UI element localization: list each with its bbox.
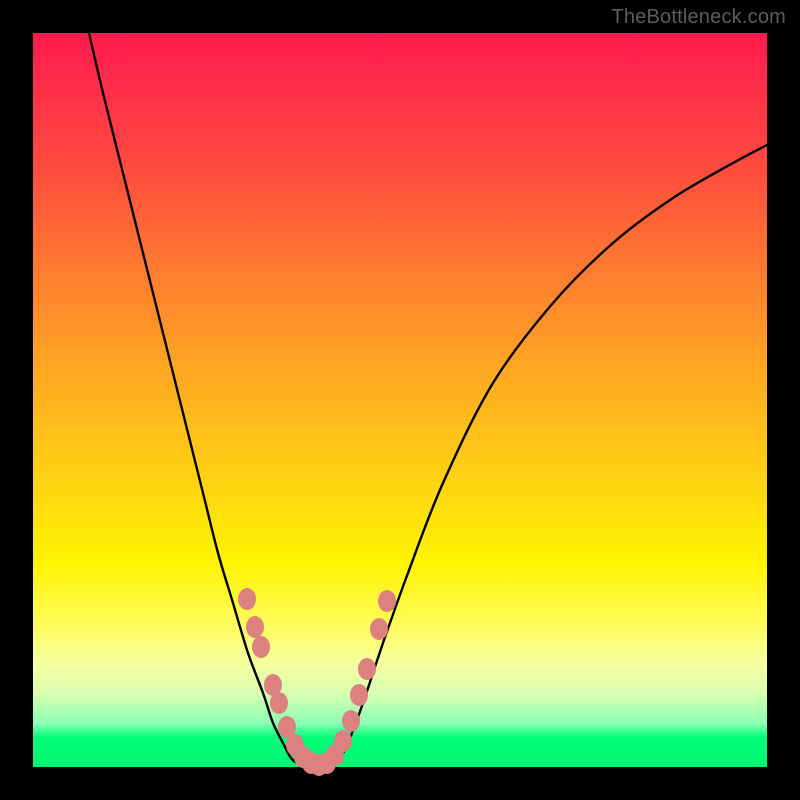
plot-area xyxy=(33,33,767,767)
watermark-text: TheBottleneck.com xyxy=(611,6,786,29)
bead-marker xyxy=(370,618,388,640)
bead-marker xyxy=(342,710,360,732)
bead-marker xyxy=(358,658,376,680)
bottleneck-curve xyxy=(33,33,767,767)
curve-group xyxy=(89,33,767,767)
bead-group xyxy=(238,588,396,776)
chart-frame: TheBottleneck.com xyxy=(0,0,800,800)
bead-marker xyxy=(350,684,368,706)
bead-marker xyxy=(270,692,288,714)
bead-marker xyxy=(238,588,256,610)
bead-marker xyxy=(252,636,270,658)
bead-marker xyxy=(246,616,264,638)
bead-marker xyxy=(378,590,396,612)
bead-marker xyxy=(334,730,352,752)
curve-path xyxy=(89,33,767,767)
